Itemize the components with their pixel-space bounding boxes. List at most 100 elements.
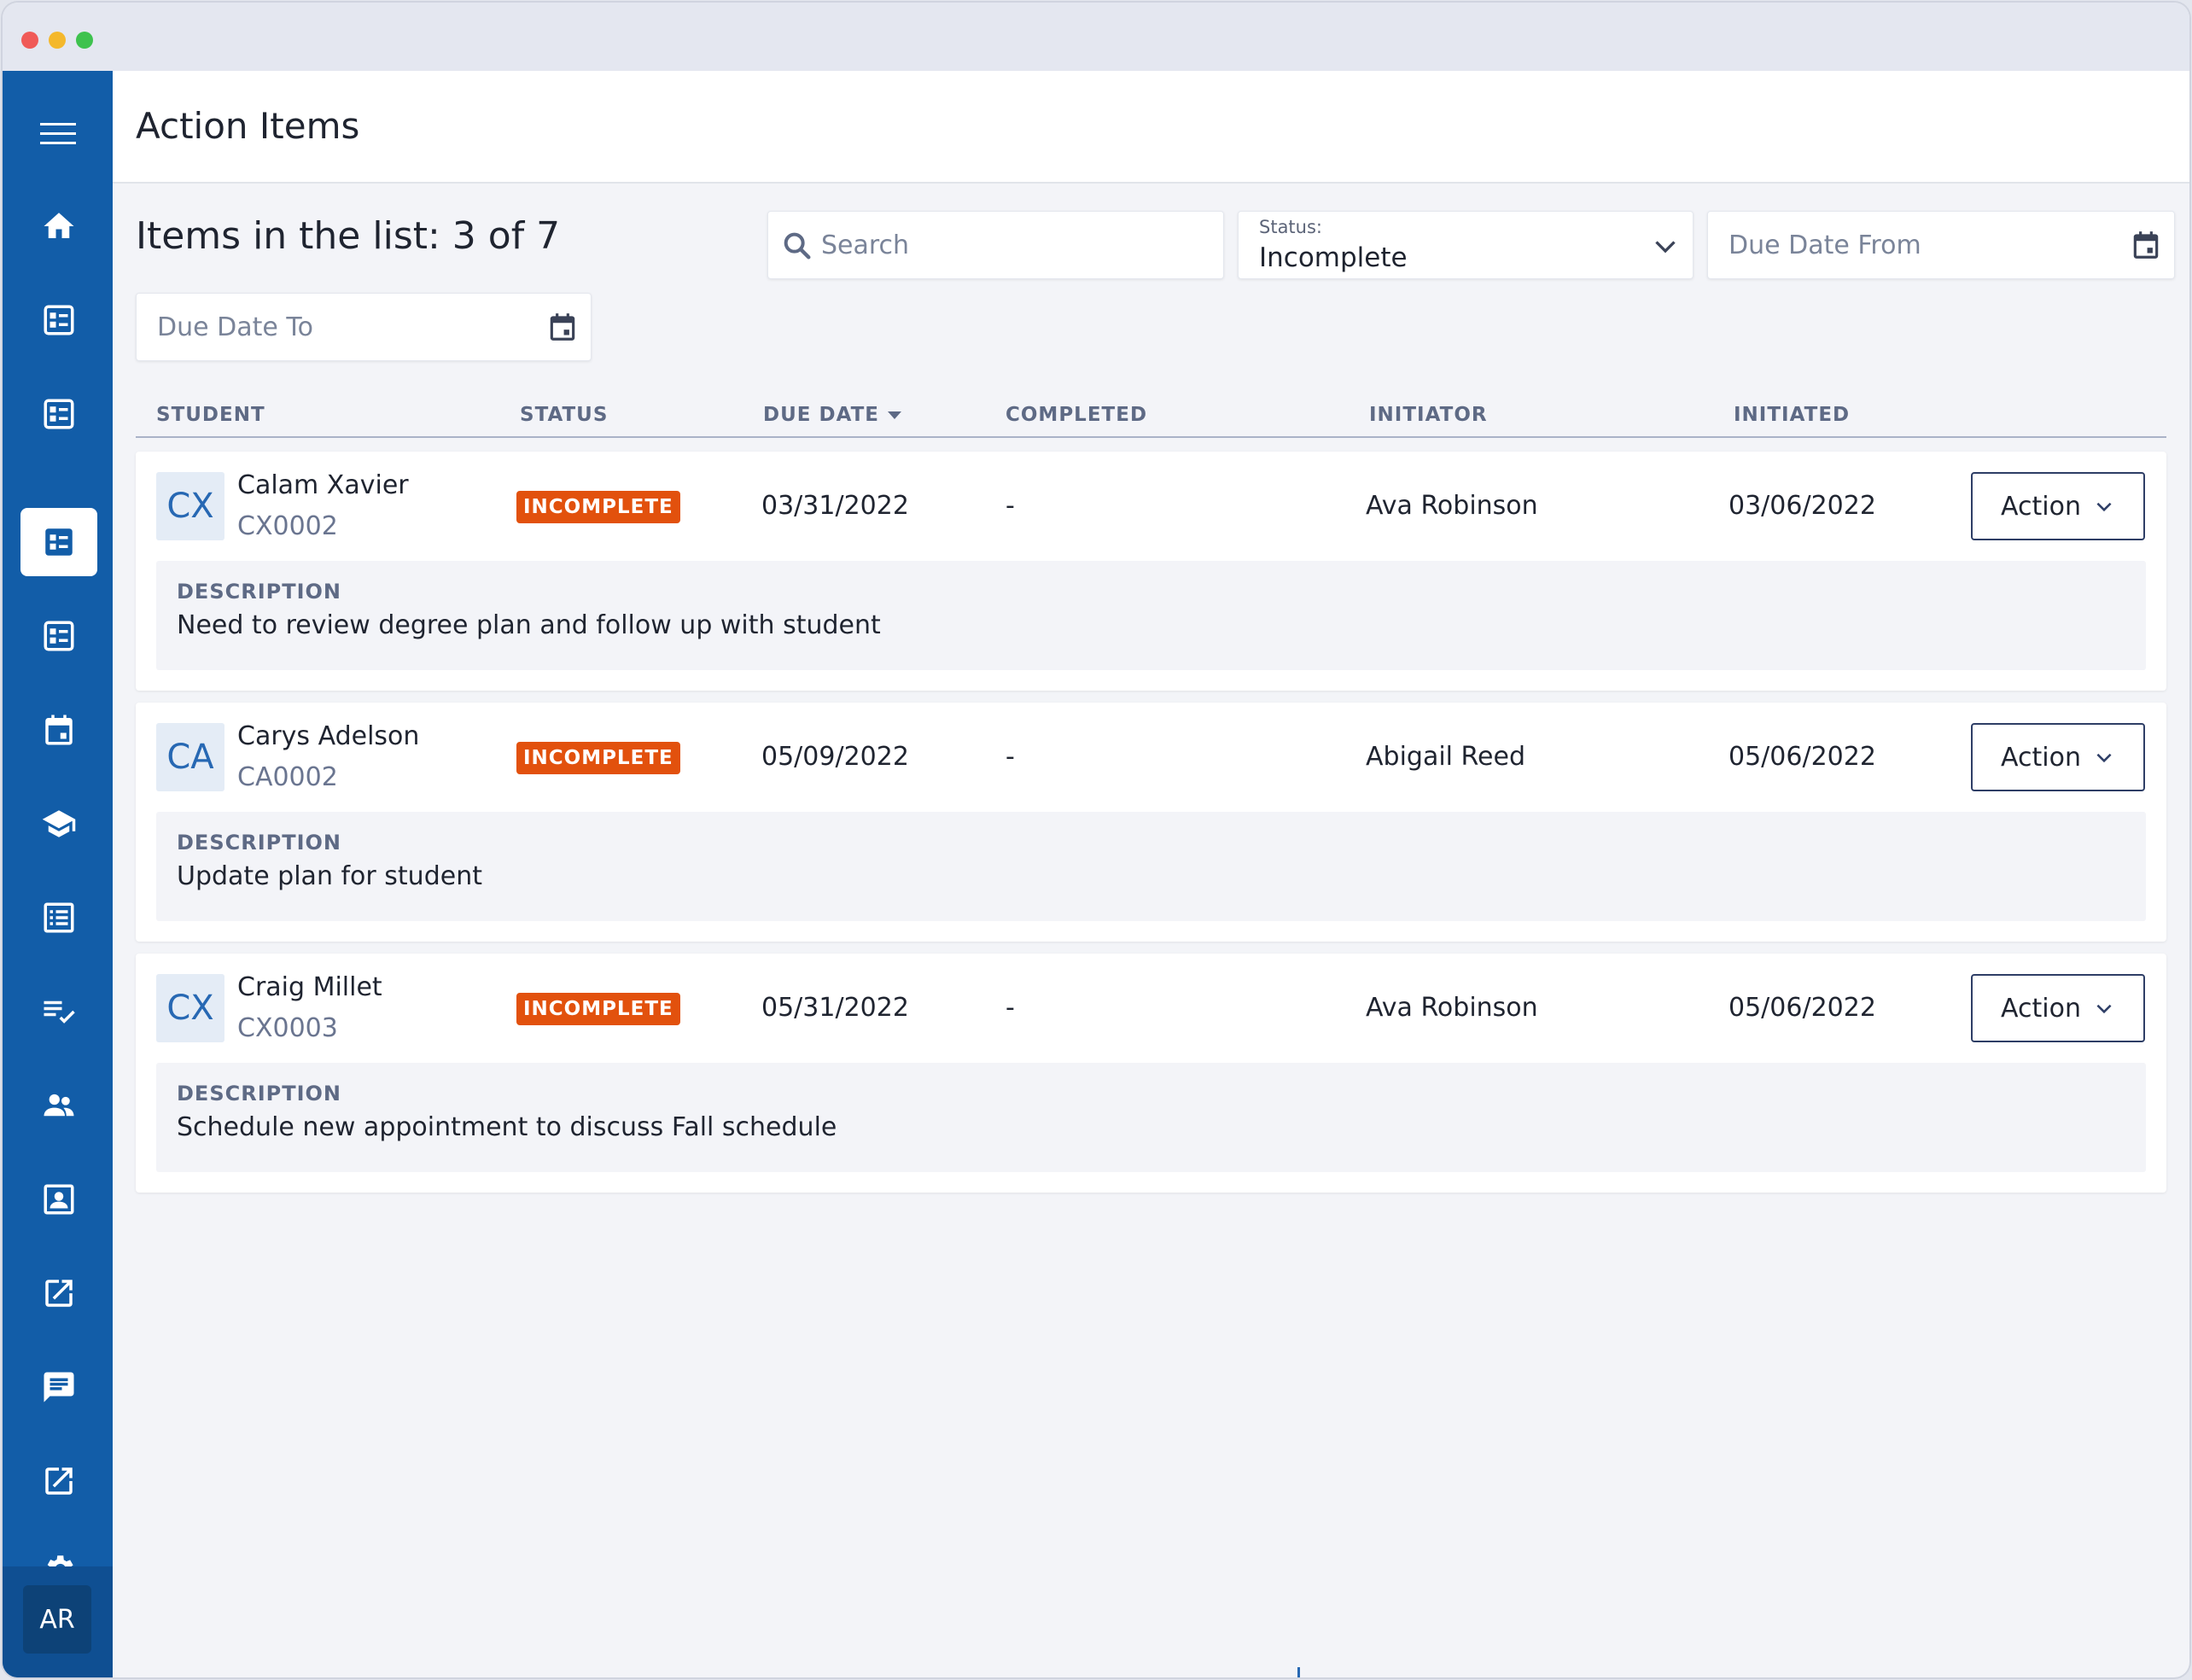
sidebar-item-messages[interactable] — [20, 1353, 97, 1421]
sidebar-item-contacts[interactable] — [20, 1165, 97, 1234]
due-date-cell: 05/09/2022 — [761, 742, 909, 772]
app-window: AR Action Items Items in the list: 3 of … — [3, 3, 2189, 1677]
sidebar-item-list-1[interactable] — [20, 286, 97, 354]
list-alt-icon — [44, 902, 74, 933]
graduation-cap-icon — [42, 810, 76, 837]
column-header-initiator[interactable]: INITIATOR — [1369, 404, 1488, 426]
action-dropdown-button[interactable]: Action — [1971, 974, 2145, 1042]
description-label: DESCRIPTION — [177, 831, 342, 855]
maximize-window-button[interactable] — [76, 32, 93, 49]
hamburger-icon — [40, 123, 76, 144]
main-content: Items in the list: 3 of 7 Status: Incomp… — [113, 184, 2189, 1677]
status-select-label: Status: — [1259, 217, 1322, 237]
action-item-row: CA Carys Adelson CA0002 INCOMPLETE 05/09… — [136, 703, 2166, 942]
user-footer: AR — [3, 1566, 113, 1677]
chevron-down-icon — [2096, 1004, 2112, 1014]
calendar-icon[interactable] — [2130, 229, 2162, 261]
action-dropdown-button[interactable]: Action — [1971, 472, 2145, 540]
sort-desc-icon — [888, 411, 901, 419]
list-box-icon — [44, 305, 74, 335]
title-bar — [3, 3, 2189, 71]
chevron-down-icon — [2096, 502, 2112, 512]
open-external-icon — [45, 1467, 73, 1495]
completed-cell: - — [1006, 993, 1015, 1023]
minimize-window-button[interactable] — [49, 32, 66, 49]
column-header-due-date-label: DUE DATE — [763, 404, 879, 426]
sidebar: AR — [3, 71, 113, 1677]
completed-cell: - — [1006, 742, 1015, 772]
list-box-icon — [44, 621, 74, 651]
student-initials-avatar: CA — [156, 723, 224, 791]
close-window-button[interactable] — [21, 32, 38, 49]
due-date-from-input[interactable] — [1729, 212, 2104, 278]
sidebar-item-reports[interactable] — [20, 884, 97, 952]
status-badge: INCOMPLETE — [516, 742, 680, 774]
list-box-icon — [45, 528, 73, 556]
table-header: STUDENT STATUS DUE DATE COMPLETED INITIA… — [136, 387, 2166, 438]
sidebar-item-tasks[interactable] — [20, 977, 97, 1046]
contact-card-icon — [44, 1184, 74, 1215]
avatar[interactable]: AR — [23, 1585, 91, 1654]
action-button-label: Action — [2001, 742, 2081, 773]
due-date-to-input[interactable] — [157, 294, 533, 360]
action-item-row: CX Craig Millet CX0003 INCOMPLETE 05/31/… — [136, 954, 2166, 1193]
sidebar-item-list-2[interactable] — [20, 380, 97, 448]
description-label: DESCRIPTION — [177, 1082, 342, 1105]
initiator-cell: Abigail Reed — [1366, 742, 1525, 772]
student-name[interactable]: Calam Xavier — [237, 470, 409, 500]
action-dropdown-button[interactable]: Action — [1971, 723, 2145, 791]
checklist-icon — [44, 1000, 75, 1024]
initiated-cell: 05/06/2022 — [1729, 742, 1876, 772]
column-header-completed[interactable]: COMPLETED — [1006, 404, 1147, 426]
sidebar-item-people[interactable] — [20, 1071, 97, 1140]
home-icon — [44, 213, 74, 238]
calendar-icon[interactable] — [546, 311, 579, 343]
sidebar-item-settings[interactable] — [20, 1541, 97, 1566]
items-count: Items in the list: 3 of 7 — [136, 214, 561, 258]
column-header-due-date[interactable]: DUE DATE — [763, 404, 901, 426]
action-button-label: Action — [2001, 491, 2081, 522]
status-badge: INCOMPLETE — [516, 491, 680, 523]
sidebar-item-list-3[interactable] — [20, 602, 97, 670]
status-select-value: Incomplete — [1259, 242, 1408, 273]
column-header-initiated[interactable]: INITIATED — [1734, 404, 1850, 426]
chevron-down-icon — [1655, 241, 1676, 254]
description-text: Schedule new appointment to discuss Fall… — [177, 1112, 837, 1142]
search-input[interactable] — [821, 212, 1205, 278]
sidebar-item-calendar[interactable] — [20, 696, 97, 764]
chevron-down-icon — [2096, 753, 2112, 763]
student-id: CA0002 — [237, 762, 338, 792]
student-name[interactable]: Carys Adelson — [237, 721, 419, 751]
gear-icon — [47, 1555, 73, 1566]
column-header-status[interactable]: STATUS — [520, 404, 608, 426]
people-icon — [44, 1094, 74, 1117]
sidebar-item-external-1[interactable] — [20, 1259, 97, 1327]
action-button-label: Action — [2001, 993, 2081, 1024]
due-date-cell: 03/31/2022 — [761, 491, 909, 521]
search-box[interactable] — [767, 211, 1224, 279]
student-initials-avatar: CX — [156, 974, 224, 1042]
sidebar-item-action-items[interactable] — [20, 508, 97, 576]
column-header-student[interactable]: STUDENT — [156, 404, 265, 426]
description-text: Need to review degree plan and follow up… — [177, 610, 881, 640]
due-date-from-field[interactable] — [1707, 211, 2175, 279]
sidebar-item-academics[interactable] — [20, 790, 97, 858]
action-item-row: CX Calam Xavier CX0002 INCOMPLETE 03/31/… — [136, 452, 2166, 691]
student-id: CX0002 — [237, 511, 338, 541]
initiated-cell: 03/06/2022 — [1729, 491, 1876, 521]
sidebar-item-home[interactable] — [20, 192, 97, 260]
status-select[interactable]: Status: Incomplete — [1238, 211, 1694, 279]
page-header: Action Items — [113, 71, 2189, 184]
initiated-cell: 05/06/2022 — [1729, 993, 1876, 1023]
description-label: DESCRIPTION — [177, 580, 342, 604]
status-badge: INCOMPLETE — [516, 993, 680, 1025]
search-icon — [784, 232, 811, 260]
scroll-indicator — [1297, 1667, 1300, 1677]
student-name[interactable]: Craig Millet — [237, 972, 382, 1002]
calendar-icon — [45, 715, 73, 745]
completed-cell: - — [1006, 491, 1015, 521]
list-box-icon — [44, 399, 74, 429]
hamburger-menu-button[interactable] — [32, 114, 84, 155]
due-date-to-field[interactable] — [136, 293, 592, 361]
sidebar-item-external-2[interactable] — [20, 1447, 97, 1515]
